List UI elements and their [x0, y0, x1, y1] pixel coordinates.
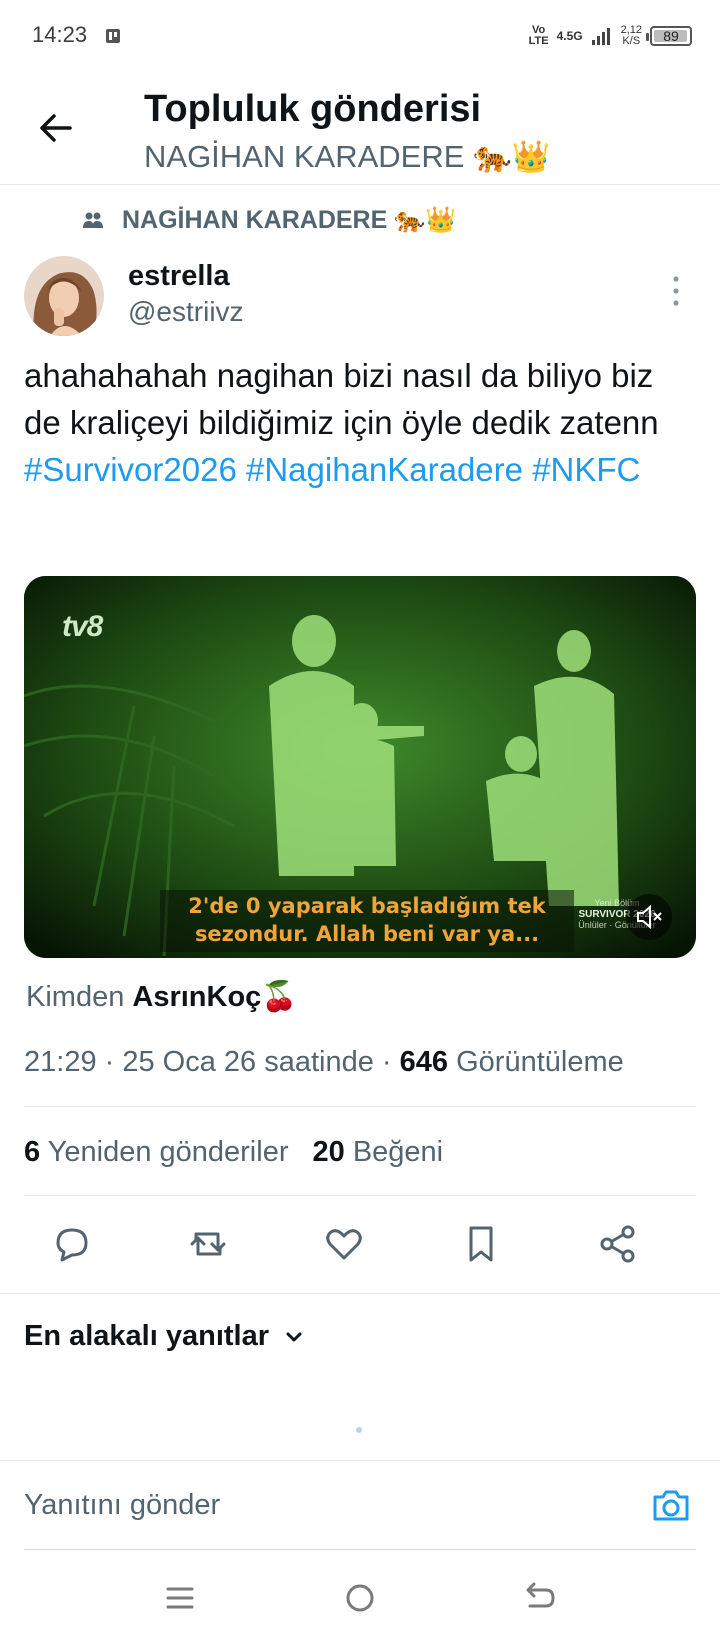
community-label[interactable]: NAGİHAN KARADERE 🐅👑 [82, 206, 457, 235]
reply-input[interactable]: Yanıtını gönder [24, 1489, 220, 1522]
status-time: 14:23 [32, 22, 88, 47]
likes-stat[interactable]: 20 Beğeni [312, 1136, 443, 1169]
menu-icon[interactable] [160, 1578, 200, 1618]
hashtag-link[interactable]: #NagihanKaradere [246, 451, 523, 488]
reply-icon[interactable] [50, 1222, 94, 1266]
divider [24, 1106, 696, 1107]
author-display-name[interactable]: estrella [128, 260, 230, 293]
loading-indicator [356, 1427, 362, 1433]
post-date: 25 Oca 26 saatinde [122, 1046, 374, 1078]
repost-icon[interactable] [186, 1222, 230, 1266]
hashtag-link[interactable]: #NKFC [532, 451, 640, 488]
post-video[interactable]: tv8 2'de 0 yaparak başladığım tek sezond… [24, 576, 696, 958]
channel-watermark: tv8 [62, 610, 103, 643]
community-subtitle[interactable]: NAGİHAN KARADERE 🐅👑 [144, 138, 550, 175]
community-name: NAGİHAN KARADERE 🐅👑 [122, 206, 457, 234]
video-subtitle: 2'de 0 yaparak başladığım tek sezondur. … [160, 890, 574, 952]
back-icon[interactable] [520, 1578, 560, 1618]
battery-level: 89 [663, 28, 679, 44]
view-count: 646 [399, 1046, 449, 1078]
source-account[interactable]: AsrınKoç🍒 [132, 981, 297, 1013]
status-indicators: Vo LTE 4.5G 2,12 K/S 89 [529, 22, 692, 50]
post-stats: 6 Yeniden gönderiler 20 Beğeni [24, 1136, 443, 1169]
back-arrow-icon[interactable] [34, 106, 78, 150]
bookmark-icon[interactable] [459, 1222, 503, 1266]
system-nav-bar [0, 1560, 720, 1640]
post-body: ahahahahah nagihan bizi nasıl da biliyo … [24, 357, 659, 441]
signal-icon [591, 28, 610, 45]
reply-composer[interactable]: Yanıtını gönder [0, 1460, 720, 1553]
divider [24, 1195, 696, 1196]
avatar[interactable] [24, 256, 104, 336]
app-header: Topluluk gönderisi NAGİHAN KARADERE 🐅👑 [0, 72, 720, 185]
sort-label: En alakalı yanıtlar [24, 1320, 270, 1352]
more-options-icon[interactable] [668, 274, 684, 308]
like-icon[interactable] [322, 1222, 366, 1266]
author-handle[interactable]: @estriivz [128, 296, 244, 328]
action-bar [0, 1214, 720, 1278]
camera-icon[interactable] [650, 1485, 692, 1527]
battery-icon: 89 [646, 26, 692, 46]
home-icon[interactable] [340, 1578, 380, 1618]
volte-indicator: Vo LTE [528, 24, 549, 47]
community-icon [83, 212, 103, 228]
post-time: 21:29 [24, 1046, 97, 1078]
status-bar: 14:23 Vo LTE 4.5G 2,12 K/S 89 [0, 0, 720, 72]
divider [24, 1549, 696, 1550]
divider [0, 1293, 720, 1294]
post-text: ahahahahah nagihan bizi nasıl da biliyo … [24, 352, 696, 493]
network-speed: 2,12 K/S [620, 24, 642, 47]
post-meta: 21:29 · 25 Oca 26 saatinde · 646 Görüntü… [24, 1046, 624, 1078]
hashtag-link[interactable]: #Survivor2026 [24, 451, 237, 488]
network-type: 4.5G [556, 29, 583, 43]
share-icon[interactable] [596, 1222, 640, 1266]
sim-card-icon [106, 29, 120, 43]
page-title: Topluluk gönderisi [144, 88, 482, 130]
view-label: Görüntüleme [456, 1046, 624, 1078]
replies-sort-button[interactable]: En alakalı yanıtlar [24, 1320, 305, 1353]
post-source: Kimden AsrınKoç🍒 [26, 981, 298, 1013]
reposts-stat[interactable]: 6 Yeniden gönderiler [24, 1136, 288, 1169]
chevron-down-icon [286, 1332, 302, 1341]
mute-icon[interactable] [626, 894, 672, 940]
